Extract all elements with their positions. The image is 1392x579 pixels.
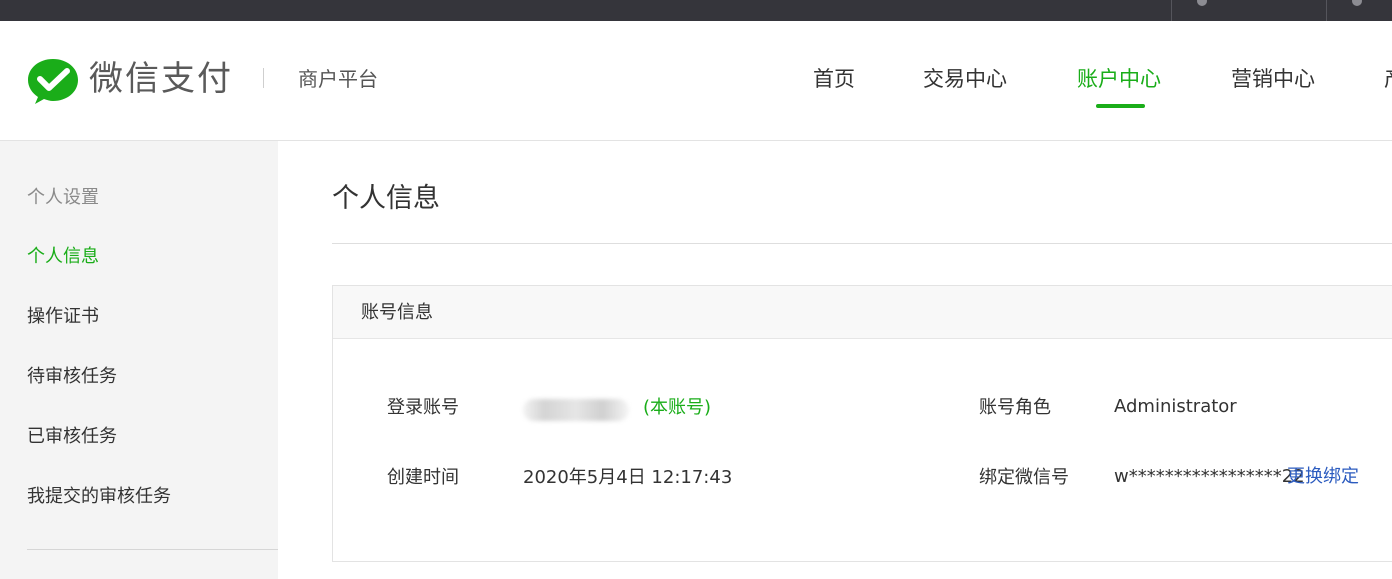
nav-home[interactable]: 首页	[813, 61, 855, 101]
nav-account-center[interactable]: 账户中心	[1077, 61, 1161, 101]
sidebar-item-pending-review[interactable]: 待审核任务	[27, 364, 117, 390]
sidebar: 个人设置 个人信息 操作证书 待审核任务 已审核任务 我提交的审核任务	[0, 141, 278, 579]
masked-account-value	[523, 399, 629, 421]
card-title: 账号信息	[361, 302, 433, 323]
page-title: 个人信息	[332, 183, 440, 214]
created-time-value: 2020年5月4日 12:17:43	[523, 467, 733, 488]
nav-product-center[interactable]: 产	[1384, 61, 1392, 101]
this-account-note: (本账号)	[643, 397, 712, 418]
account-info-card: 账号信息 登录账号 (本账号) 账号角色 Administrator 创建时间 …	[332, 285, 1392, 562]
user-icon[interactable]	[1197, 0, 1207, 6]
brand-name[interactable]: 微信支付	[89, 55, 233, 103]
sidebar-group-title: 个人设置	[27, 187, 99, 208]
sidebar-item-reviewed[interactable]: 已审核任务	[27, 424, 117, 450]
bound-wechat-value: w*****************22	[1114, 466, 1305, 487]
top-bar-separator	[1326, 0, 1327, 21]
sidebar-divider	[27, 549, 278, 550]
sidebar-item-personal-info[interactable]: 个人信息	[27, 244, 99, 270]
nav-marketing-center[interactable]: 营销中心	[1231, 61, 1315, 101]
account-role-label: 账号角色	[979, 397, 1051, 418]
settings-icon[interactable]	[1352, 0, 1362, 6]
wechat-pay-logo-icon[interactable]	[27, 57, 79, 105]
sidebar-item-certificate[interactable]: 操作证书	[27, 304, 99, 330]
login-account-label: 登录账号	[387, 397, 459, 418]
change-binding-link[interactable]: 更换绑定	[1287, 464, 1359, 490]
platform-name: 商户平台	[298, 67, 378, 91]
nav-trade-center[interactable]: 交易中心	[923, 61, 1007, 101]
brand-divider	[263, 68, 264, 88]
bound-wechat-label: 绑定微信号	[979, 467, 1069, 488]
top-bar-separator	[1171, 0, 1172, 21]
account-role-value: Administrator	[1114, 396, 1237, 417]
active-nav-indicator	[1096, 104, 1145, 108]
sidebar-item-my-submitted[interactable]: 我提交的审核任务	[27, 484, 171, 510]
header: 微信支付 商户平台 首页 交易中心 账户中心 营销中心 产	[0, 21, 1392, 141]
card-header: 账号信息	[333, 286, 1392, 339]
created-time-label: 创建时间	[387, 467, 459, 488]
title-divider	[332, 243, 1392, 244]
top-bar	[0, 0, 1392, 21]
